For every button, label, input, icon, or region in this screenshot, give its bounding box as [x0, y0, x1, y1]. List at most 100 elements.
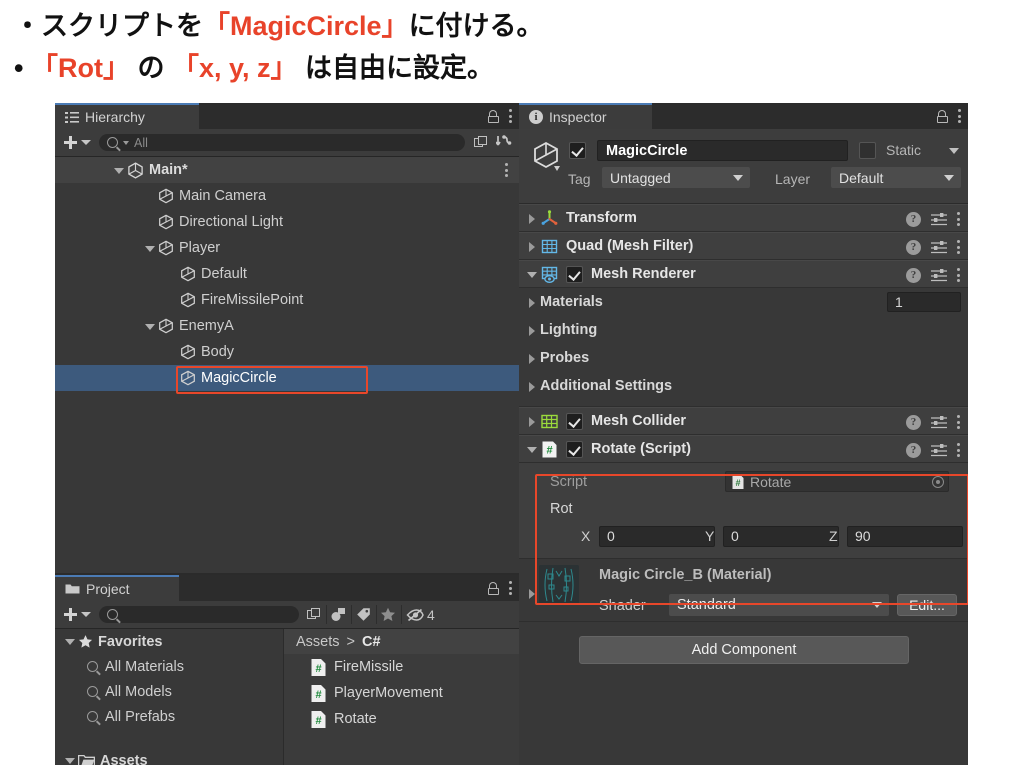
root-twisty-icon[interactable]: [112, 164, 125, 177]
section-twisty-icon[interactable]: [525, 380, 538, 393]
favorites-row[interactable]: Favorites: [55, 629, 283, 654]
component-twisty-icon[interactable]: [525, 268, 538, 281]
mesh-renderer-section-additional-settings[interactable]: Additional Settings: [519, 372, 968, 400]
project-lock-icon[interactable]: [488, 581, 499, 595]
material-twisty-icon[interactable]: [525, 587, 538, 600]
help-icon[interactable]: ?: [906, 239, 921, 255]
section-twisty-icon[interactable]: [525, 324, 538, 337]
sort-icon: [496, 135, 512, 146]
rotate-enabled-checkbox[interactable]: [566, 440, 583, 458]
mesh-renderer-section-materials[interactable]: Materials 1: [519, 288, 968, 316]
breadcrumb-current[interactable]: C#: [362, 634, 381, 650]
filter-by-type-button[interactable]: [326, 605, 349, 624]
tag-dropdown[interactable]: Untagged: [602, 167, 750, 188]
hierarchy-item-magiccircle[interactable]: MagicCircle: [55, 365, 519, 391]
hierarchy-menu-icon[interactable]: [509, 109, 513, 123]
rotate-help-icon[interactable]: ?: [906, 442, 921, 458]
asset-item-playermovement[interactable]: # PlayerMovement: [284, 680, 519, 706]
hierarchy-item-main-camera[interactable]: Main Camera: [55, 183, 519, 209]
component-twisty-icon[interactable]: [525, 240, 538, 253]
mesh-renderer-section-probes[interactable]: Probes: [519, 344, 968, 372]
hierarchy-item-default[interactable]: Default: [55, 261, 519, 287]
mesh-collider-menu-icon[interactable]: [957, 415, 961, 429]
materials-count-field[interactable]: 1: [887, 292, 961, 312]
favorite-item-all-materials[interactable]: All Materials: [55, 654, 283, 679]
twisty-icon[interactable]: [143, 242, 156, 255]
component-mesh-renderer[interactable]: Mesh Renderer?: [519, 260, 968, 288]
project-create-button[interactable]: [59, 607, 95, 622]
component-transform[interactable]: Transform?: [519, 204, 968, 232]
asset-item-firemissile[interactable]: # FireMissile: [284, 654, 519, 680]
create-button[interactable]: [59, 135, 95, 150]
project-menu-icon[interactable]: [509, 581, 513, 595]
hidden-packages-button[interactable]: 4: [401, 605, 439, 624]
preset-icon[interactable]: [931, 415, 947, 429]
tab-inspector[interactable]: i Inspector: [519, 103, 652, 129]
inspector-lock-icon[interactable]: [937, 109, 948, 123]
preset-icon[interactable]: [931, 212, 947, 226]
project-search-input[interactable]: [99, 606, 299, 623]
hierarchy-item-body[interactable]: Body: [55, 339, 519, 365]
rotate-menu-icon[interactable]: [957, 443, 961, 457]
project-expand-button[interactable]: [302, 605, 324, 624]
filter-favorites-button[interactable]: [376, 605, 399, 624]
component-quad-mesh-filter[interactable]: Quad (Mesh Filter)?: [519, 232, 968, 260]
help-icon[interactable]: ?: [906, 211, 921, 227]
object-picker-icon[interactable]: [932, 476, 944, 488]
hierarchy-sort-button[interactable]: [493, 133, 515, 152]
script-object-field[interactable]: # Rotate: [725, 471, 949, 492]
help-icon[interactable]: ?: [906, 267, 921, 283]
tab-project[interactable]: Project: [55, 575, 179, 601]
rot-axis-input-x[interactable]: 0: [599, 525, 715, 547]
object-name-field[interactable]: MagicCircle: [597, 140, 848, 161]
object-enabled-checkbox[interactable]: [569, 142, 586, 159]
favorites-twisty-icon[interactable]: [63, 635, 76, 648]
component-menu-icon[interactable]: [957, 240, 961, 254]
component-menu-icon[interactable]: [957, 212, 961, 226]
favorite-item-all-prefabs[interactable]: All Prefabs: [55, 704, 283, 729]
shader-dropdown[interactable]: Standard: [669, 594, 889, 616]
layer-dropdown[interactable]: Default: [831, 167, 961, 188]
assets-twisty-icon[interactable]: [63, 754, 76, 765]
component-enabled-checkbox[interactable]: [566, 265, 583, 283]
hierarchy-item-enemya[interactable]: EnemyA: [55, 313, 519, 339]
help-icon[interactable]: ?: [906, 414, 921, 430]
mesh-collider-enabled-checkbox[interactable]: [566, 412, 583, 430]
breadcrumb-root[interactable]: Assets: [296, 634, 340, 650]
add-component-button[interactable]: Add Component: [579, 636, 909, 664]
inspector-menu-icon[interactable]: [958, 109, 962, 123]
asset-item-rotate[interactable]: # Rotate: [284, 706, 519, 732]
hierarchy-expand-button[interactable]: [469, 133, 491, 152]
assets-row[interactable]: Assets: [55, 748, 283, 765]
mesh-renderer-section-lighting[interactable]: Lighting: [519, 316, 968, 344]
rot-axis-input-y[interactable]: 0: [723, 525, 839, 547]
root-row-menu-icon[interactable]: [505, 163, 509, 177]
hierarchy-search-input[interactable]: All: [99, 134, 465, 151]
lock-icon[interactable]: [488, 109, 499, 123]
preset-icon[interactable]: [931, 268, 947, 282]
section-twisty-icon[interactable]: [525, 296, 538, 309]
hierarchy-item-directional-light[interactable]: Directional Light: [55, 209, 519, 235]
mesh-collider-twisty-icon[interactable]: [525, 415, 538, 428]
gameobject-cube-icon: [159, 240, 173, 256]
component-mesh-collider[interactable]: Mesh Collider ?: [519, 407, 968, 435]
preset-icon[interactable]: [931, 240, 947, 254]
shader-edit-button[interactable]: Edit...: [897, 594, 957, 616]
component-menu-icon[interactable]: [957, 268, 961, 282]
component-twisty-icon[interactable]: [525, 212, 538, 225]
rotate-twisty-icon[interactable]: [525, 443, 538, 456]
rotate-preset-icon[interactable]: [931, 443, 947, 457]
hierarchy-item-firemissilepoint[interactable]: FireMissilePoint: [55, 287, 519, 313]
favorite-item-all-models[interactable]: All Models: [55, 679, 283, 704]
static-checkbox[interactable]: [859, 142, 876, 159]
project-search-icon: [107, 609, 118, 620]
static-dropdown-chevron-icon[interactable]: [949, 148, 959, 154]
hierarchy-item-player[interactable]: Player: [55, 235, 519, 261]
section-twisty-icon[interactable]: [525, 352, 538, 365]
filter-by-label-button[interactable]: [351, 605, 374, 624]
twisty-icon[interactable]: [143, 320, 156, 333]
component-rotate-script[interactable]: # Rotate (Script) ?: [519, 435, 968, 463]
tab-hierarchy[interactable]: Hierarchy: [55, 103, 199, 129]
hierarchy-root-row[interactable]: Main*: [55, 157, 519, 183]
rot-axis-input-z[interactable]: 90: [847, 525, 963, 547]
